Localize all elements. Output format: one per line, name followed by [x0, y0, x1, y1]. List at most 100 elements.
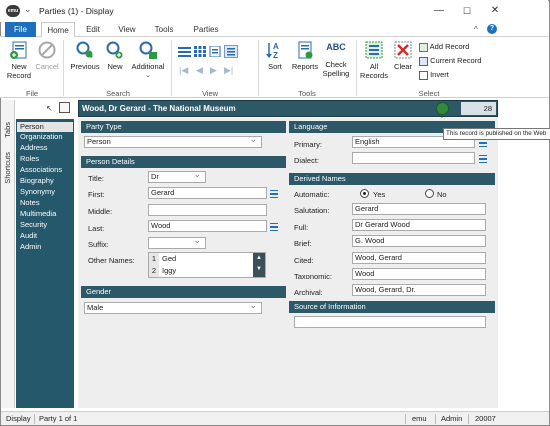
tab-file[interactable]: File — [5, 22, 36, 37]
reports-button[interactable]: Reports — [289, 40, 321, 71]
side-tabs: Tabs Shortcuts — [1, 100, 15, 408]
pin-panel-icon[interactable] — [59, 102, 70, 113]
automatic-no-radio[interactable] — [425, 189, 434, 198]
multi-value-icon[interactable] — [479, 155, 487, 163]
clear-label: Clear — [394, 62, 412, 71]
nav-item-roles[interactable]: Roles — [20, 154, 39, 164]
tab-list: Person Organization Address Roles Associ… — [16, 119, 74, 408]
additional-search-button[interactable]: Additional ⌄ — [128, 40, 168, 80]
sort-button[interactable]: AZ Sort — [263, 40, 287, 71]
nav-item-biography[interactable]: Biography — [20, 176, 54, 186]
minimize-icon[interactable]: — — [425, 2, 453, 20]
nav-item-admin[interactable]: Admin — [20, 242, 41, 252]
help-icon[interactable]: ? — [487, 24, 497, 34]
maximize-icon[interactable]: ☐ — [453, 2, 481, 20]
automatic-yes-radio[interactable] — [360, 189, 369, 198]
check-spelling-button[interactable]: ABC Check Spelling — [321, 40, 351, 78]
grid-view-icon[interactable] — [194, 46, 206, 57]
select-all-icon — [365, 41, 383, 59]
multi-value-icon[interactable] — [479, 139, 487, 147]
nav-item-notes[interactable]: Notes — [20, 198, 40, 208]
side-tab-tabs[interactable]: Tabs — [3, 122, 12, 138]
brief-name-input[interactable]: G. Wood — [352, 235, 486, 247]
cancel-button[interactable]: Cancel — [34, 40, 60, 71]
close-icon[interactable]: ✕ — [481, 2, 509, 20]
status-system: emu — [412, 414, 427, 423]
party-type-header: Party Type — [81, 121, 286, 133]
tab-tools[interactable]: Tools — [150, 22, 178, 37]
nav-item-audit[interactable]: Audit — [20, 231, 37, 241]
ribbon-separator — [63, 40, 64, 96]
previous-button[interactable]: Previous — [68, 40, 102, 71]
view-group-label: View — [201, 89, 219, 98]
scroll-down-icon[interactable]: ▼ — [253, 264, 265, 275]
salutation-input[interactable]: Gerard — [352, 203, 486, 215]
previous-label: Previous — [70, 62, 100, 71]
middle-name-input[interactable] — [148, 204, 267, 216]
next-record-icon[interactable]: ▶ — [210, 65, 217, 76]
nav-item-associations[interactable]: Associations — [20, 165, 62, 175]
last-record-icon[interactable]: ▶| — [224, 65, 233, 76]
nav-item-person[interactable]: Person — [17, 122, 73, 132]
tab-home[interactable]: Home — [41, 22, 75, 38]
nav-item-security[interactable]: Security — [20, 220, 47, 230]
nav-item-multimedia[interactable]: Multimedia — [20, 209, 56, 219]
title-label: Title: — [88, 174, 104, 183]
archival-name-label: Archival: — [294, 288, 323, 297]
last-name-input[interactable]: Wood — [148, 220, 267, 232]
first-label: First: — [88, 190, 105, 199]
tab-edit[interactable]: Edit — [82, 22, 104, 37]
full-name-input[interactable]: Dr Gerard Wood — [352, 219, 486, 231]
previous-record-icon[interactable]: ◀ — [196, 65, 203, 76]
new-search-button[interactable]: New — [102, 40, 128, 71]
multi-value-icon[interactable] — [270, 190, 278, 198]
source-of-information-input[interactable] — [294, 316, 486, 328]
quick-access-menu-icon[interactable]: ⌄ — [24, 4, 34, 18]
form-view-icon[interactable] — [224, 45, 238, 58]
other-name-value[interactable]: Ged — [162, 254, 176, 263]
record-header: Wood, Dr Gerard - The National Museum 28 — [78, 100, 498, 117]
tab-parties[interactable]: Parties — [188, 22, 224, 37]
additional-label: Additional — [131, 62, 165, 71]
row-number: 1 — [149, 253, 159, 265]
gender-select[interactable]: Male — [84, 300, 262, 314]
select-group-label: Select — [418, 89, 440, 98]
tab-view[interactable]: View — [113, 22, 141, 37]
party-type-select[interactable]: Person — [84, 134, 262, 148]
page-view-icon[interactable] — [209, 45, 221, 58]
side-tab-shortcuts[interactable]: Shortcuts — [3, 152, 12, 184]
taxonomic-name-input[interactable]: Wood — [352, 268, 486, 280]
pointer-icon[interactable]: ↖ — [46, 104, 53, 113]
first-record-icon[interactable]: |◀ — [179, 65, 188, 76]
list-scrollbar[interactable]: ▲ ▼ — [253, 253, 265, 277]
suffix-select[interactable] — [148, 235, 206, 249]
ribbon-separator — [258, 40, 259, 96]
nav-item-address[interactable]: Address — [20, 143, 48, 153]
middle-label: Middle: — [88, 207, 113, 216]
status-user: Admin — [441, 414, 463, 423]
all-records-button[interactable]: All Records — [359, 40, 389, 80]
list-view-icon[interactable] — [178, 46, 191, 57]
add-record-button[interactable]: Add Record — [419, 42, 499, 53]
new-record-button[interactable]: New Record — [4, 40, 34, 80]
current-record-button[interactable]: Current Record — [419, 56, 499, 67]
archival-name-input[interactable]: Wood, Gerard, Dr. — [352, 284, 486, 296]
dialect-input[interactable] — [352, 152, 475, 164]
sort-label: Sort — [268, 62, 282, 71]
other-name-value[interactable]: Iggy — [162, 266, 176, 275]
nav-item-organization[interactable]: Organization — [20, 132, 63, 142]
scroll-up-icon[interactable]: ▲ — [253, 253, 265, 264]
first-name-input[interactable]: Gerard — [148, 187, 267, 199]
status-separator — [435, 414, 436, 424]
title-select[interactable]: Dr — [148, 169, 206, 183]
invert-button[interactable]: Invert — [419, 70, 499, 81]
collapse-ribbon-icon[interactable]: ^ — [474, 25, 478, 34]
multi-value-icon[interactable] — [270, 223, 278, 231]
nav-item-synonymy[interactable]: Synonymy — [20, 187, 55, 197]
current-record-label: Current Record — [430, 56, 482, 65]
clear-button[interactable]: Clear — [391, 40, 415, 71]
published-tooltip: This record is published on the Web — [443, 128, 550, 140]
automatic-label: Automatic: — [294, 190, 330, 199]
invert-label: Invert — [430, 70, 449, 79]
cited-name-input[interactable]: Wood, Gerard — [352, 252, 486, 264]
